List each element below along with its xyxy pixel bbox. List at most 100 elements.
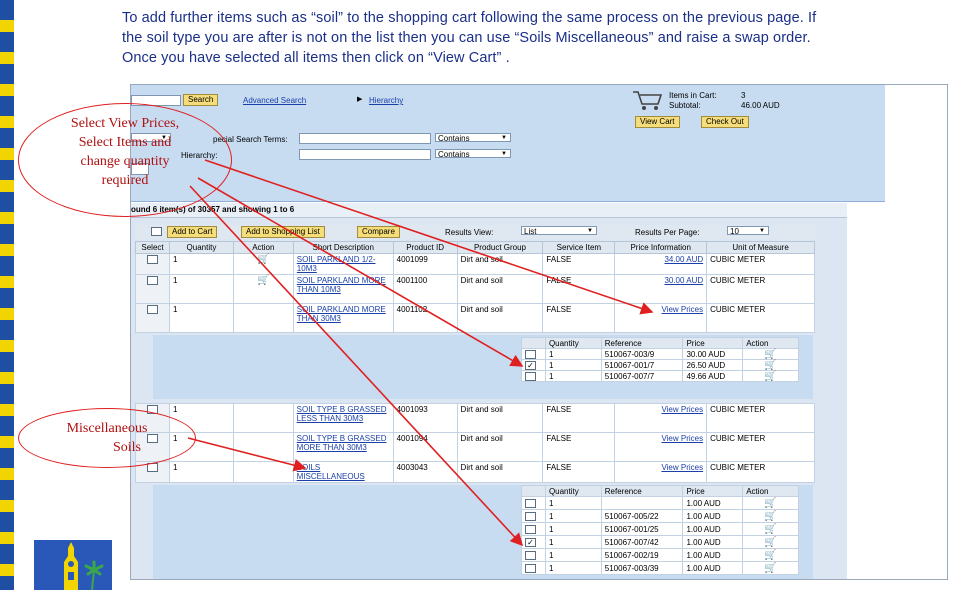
add-to-shopping-list-button[interactable]: Add to Shopping List bbox=[241, 226, 325, 238]
price-option-row: 1 510067-002/19 1.00 AUD 🛒 bbox=[521, 548, 799, 562]
view-cart-button[interactable]: View Cart bbox=[635, 116, 680, 128]
price-option-qty[interactable]: 1 bbox=[544, 370, 602, 382]
action-cell bbox=[232, 461, 294, 483]
quantity-cell[interactable]: 1 bbox=[168, 274, 234, 304]
price-option-price: 30.00 AUD bbox=[682, 348, 744, 360]
price-option-select bbox=[521, 561, 546, 575]
add-to-cart-icon[interactable]: 🛒 bbox=[257, 255, 269, 265]
price-option-qty[interactable]: 1 bbox=[544, 496, 602, 510]
price-option-qty[interactable]: 1 bbox=[544, 348, 602, 360]
price-option-price: 49.66 AUD bbox=[682, 370, 744, 382]
price-option-reference: 510067-007/7 bbox=[600, 370, 684, 382]
row-checkbox[interactable] bbox=[146, 276, 158, 286]
quantity-cell[interactable]: 1 bbox=[168, 303, 234, 333]
price-option-price: 1.00 AUD bbox=[682, 522, 744, 536]
service-item-cell: FALSE bbox=[542, 303, 616, 333]
price-option-checkbox-checked[interactable]: ✓ bbox=[525, 537, 536, 547]
price-option-price: 1.00 AUD bbox=[682, 509, 744, 523]
col-product-id: Product ID bbox=[392, 241, 458, 254]
col-reference: Reference bbox=[600, 337, 684, 349]
results-per-page-select[interactable]: 10 bbox=[727, 226, 769, 236]
short-description-link[interactable]: SOIL TYPE B GRASSED LESS THAN 30M3 bbox=[292, 403, 394, 433]
price-option-qty[interactable]: 1 bbox=[544, 548, 602, 562]
price-option-checkbox[interactable] bbox=[525, 550, 536, 560]
price-option-checkbox[interactable] bbox=[525, 371, 536, 381]
add-to-cart-icon[interactable]: 🛒 bbox=[764, 498, 776, 508]
col-service-item: Service Item bbox=[542, 241, 616, 254]
price-option-checkbox[interactable] bbox=[525, 511, 536, 521]
select-all-checkbox[interactable] bbox=[151, 227, 162, 236]
check-out-button[interactable]: Check Out bbox=[701, 116, 749, 128]
col-action: Action bbox=[742, 337, 799, 349]
view-prices-link[interactable]: View Prices bbox=[614, 461, 708, 483]
price-option-reference: 510067-007/42 bbox=[600, 535, 684, 549]
add-to-cart-icon[interactable]: 🛒 bbox=[764, 524, 776, 534]
add-to-cart-icon[interactable]: 🛒 bbox=[764, 537, 776, 547]
instruction-line-1: To add further items such as “soil” to t… bbox=[122, 10, 817, 26]
price-option-qty[interactable]: 1 bbox=[544, 522, 602, 536]
price-option-qty[interactable]: 1 bbox=[544, 509, 602, 523]
add-to-cart-icon[interactable]: 🛒 bbox=[764, 360, 776, 370]
row-checkbox[interactable] bbox=[146, 463, 158, 473]
price-option-action: 🛒 bbox=[742, 535, 799, 549]
callout-line: Select View Prices, bbox=[70, 116, 180, 131]
short-description-link[interactable]: SOIL PARKLAND MORE THAN 10M3 bbox=[292, 274, 394, 304]
product-id-cell: 4003043 bbox=[392, 461, 458, 483]
compare-button[interactable]: Compare bbox=[357, 226, 400, 238]
product-group-cell: Dirt and soil bbox=[456, 303, 544, 333]
action-cell: 🛒 bbox=[232, 274, 294, 304]
hierarchy-operator-select[interactable]: Contains bbox=[435, 149, 511, 159]
results-toolbar: Add to Cart Add to Shopping List Compare… bbox=[135, 225, 815, 239]
short-description-link[interactable]: SOIL PARKLAND 1/2-10M3 bbox=[292, 253, 394, 275]
add-to-cart-button[interactable]: Add to Cart bbox=[167, 226, 218, 238]
price-details-table: Quantity Reference Price Action 1 510067… bbox=[521, 337, 799, 382]
price-option-checkbox[interactable] bbox=[525, 498, 536, 508]
price-option-qty[interactable]: 1 bbox=[544, 535, 602, 549]
quantity-cell[interactable]: 1 bbox=[168, 461, 234, 483]
add-to-cart-icon[interactable]: 🛒 bbox=[764, 349, 776, 359]
price-option-qty[interactable]: 1 bbox=[544, 561, 602, 575]
row-checkbox[interactable] bbox=[146, 305, 158, 315]
short-description-link[interactable]: SOILS MISCELLANEOUS bbox=[292, 461, 394, 483]
price-option-price: 1.00 AUD bbox=[682, 561, 744, 575]
price-information-link[interactable]: 30.00 AUD bbox=[614, 274, 708, 304]
misc-price-details-header: Quantity Reference Price Action bbox=[521, 485, 799, 497]
service-item-cell: FALSE bbox=[542, 253, 616, 275]
price-option-checkbox[interactable] bbox=[525, 349, 536, 359]
search-panel: Search Advanced Search ▶ Hierarchy Items… bbox=[131, 85, 885, 202]
add-to-cart-icon[interactable]: 🛒 bbox=[764, 563, 776, 573]
price-option-qty[interactable]: 1 bbox=[544, 359, 602, 371]
quantity-cell[interactable]: 1 bbox=[168, 253, 234, 275]
add-to-cart-icon[interactable]: 🛒 bbox=[257, 276, 269, 286]
price-option-checkbox[interactable] bbox=[525, 524, 536, 534]
view-prices-link[interactable]: View Prices bbox=[614, 303, 708, 333]
view-prices-link[interactable]: View Prices bbox=[614, 432, 708, 462]
hierarchy-input[interactable] bbox=[299, 149, 431, 160]
price-option-checkbox-checked[interactable]: ✓ bbox=[525, 360, 536, 370]
short-description-link[interactable]: SOIL PARKLAND MORE THAN 30M3 bbox=[292, 303, 394, 333]
view-prices-link[interactable]: View Prices bbox=[614, 403, 708, 433]
short-description-link[interactable]: SOIL TYPE B GRASSED MORE THAN 30M3 bbox=[292, 432, 394, 462]
price-option-reference: 510067-003/9 bbox=[600, 348, 684, 360]
subtotal-value: 46.00 AUD bbox=[741, 101, 780, 110]
special-terms-operator-select[interactable]: Contains bbox=[435, 133, 511, 143]
col-unit-of-measure: Unit of Measure bbox=[706, 241, 815, 254]
clock-tower-palm-icon bbox=[34, 540, 112, 590]
service-item-cell: FALSE bbox=[542, 274, 616, 304]
hierarchy-link[interactable]: Hierarchy bbox=[369, 96, 403, 105]
advanced-search-link[interactable]: Advanced Search bbox=[243, 96, 306, 105]
callout-line: required bbox=[101, 173, 149, 188]
price-option-checkbox[interactable] bbox=[525, 563, 536, 573]
unit-of-measure-cell: CUBIC METER bbox=[706, 303, 815, 333]
add-to-cart-icon[interactable]: 🛒 bbox=[764, 511, 776, 521]
add-to-cart-icon[interactable]: 🛒 bbox=[764, 550, 776, 560]
price-option-reference: 510067-003/39 bbox=[600, 561, 684, 575]
results-summary-bar: ound 6 item(s) of 30357 and showing 1 to… bbox=[131, 203, 847, 218]
special-search-terms-input[interactable] bbox=[299, 133, 431, 144]
add-to-cart-icon[interactable]: 🛒 bbox=[764, 371, 776, 381]
row-checkbox[interactable] bbox=[146, 255, 158, 265]
price-information-link[interactable]: 34.00 AUD bbox=[614, 253, 708, 275]
price-option-row: 1 510067-007/7 49.66 AUD 🛒 bbox=[521, 370, 799, 382]
results-view-select[interactable]: List bbox=[521, 226, 597, 236]
price-option-row: 1 510067-001/25 1.00 AUD 🛒 bbox=[521, 522, 799, 536]
